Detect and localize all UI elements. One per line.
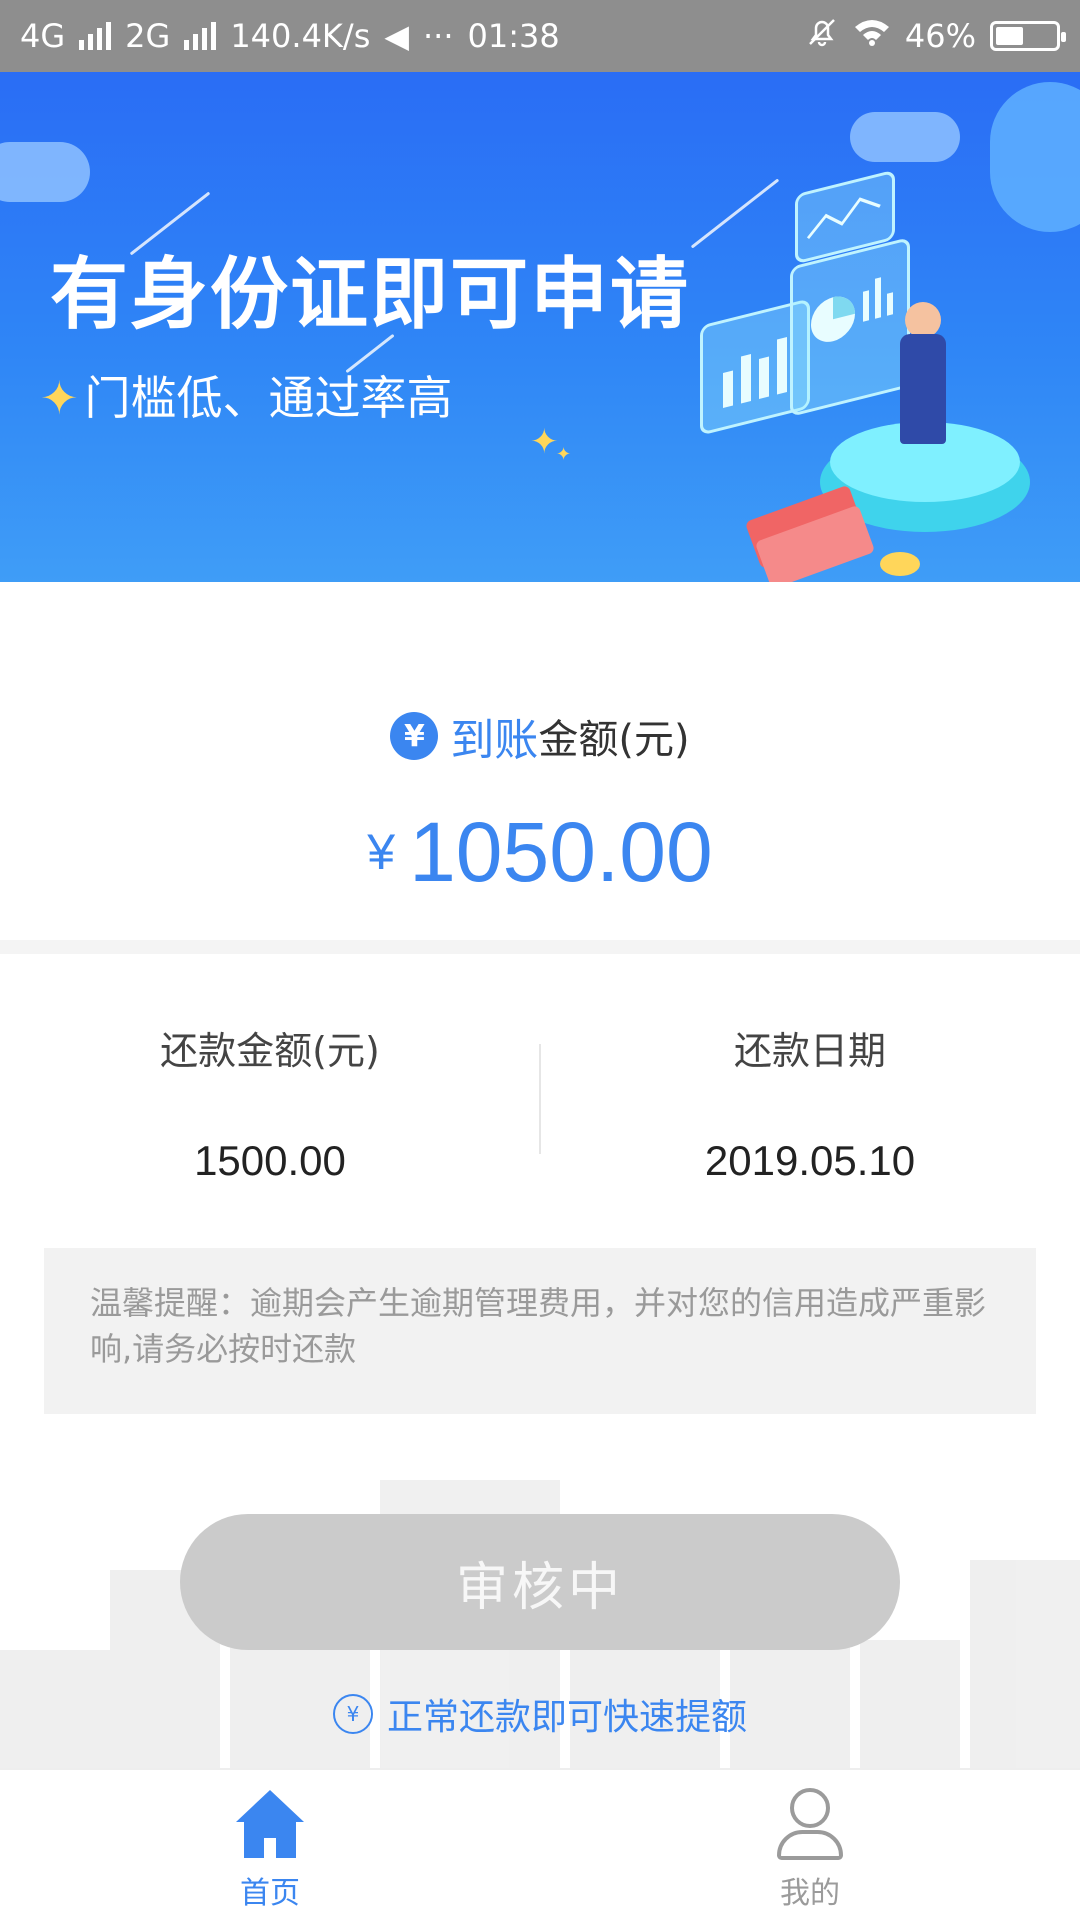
arrival-amount-label: ¥ 到账 金额(元) xyxy=(0,704,1080,768)
yen-icon: ¥ xyxy=(390,712,439,760)
cloud-decoration xyxy=(0,142,90,202)
banner-title: 有身份证即可申请 xyxy=(50,250,691,340)
screen: 4G 2G 140.4K/s ◀ ··· 01:38 46% 有身份证即可申请 … xyxy=(0,0,1080,1920)
star-streak xyxy=(690,178,780,249)
person-body-graphic xyxy=(900,334,946,444)
arrival-amount-section: ¥ 到账 金额(元) ¥1050.00 xyxy=(0,582,1080,940)
cloud-decoration xyxy=(850,112,960,162)
sparkle-icon: ✦ xyxy=(530,422,559,462)
repayment-info: 还款金额(元) 1500.00 还款日期 2019.05.10 xyxy=(0,954,1080,1244)
arrival-amount-number: 1050.00 xyxy=(409,805,713,899)
tab-mine[interactable]: 我的 xyxy=(540,1770,1080,1920)
network-4g-label: 4G xyxy=(20,17,66,55)
arrival-amount-value: ¥1050.00 xyxy=(0,804,1080,901)
tab-home[interactable]: 首页 xyxy=(0,1770,540,1920)
section-divider xyxy=(0,940,1080,954)
vibrate-icon: ◀ xyxy=(384,17,409,55)
network-speed: 140.4K/s xyxy=(230,17,371,55)
clock: 01:38 xyxy=(467,17,560,55)
banner-subtitle: ✦ 门槛低、通过率高 xyxy=(40,362,453,428)
battery-icon xyxy=(990,21,1066,51)
tab-mine-label: 我的 xyxy=(780,1876,840,1911)
user-icon xyxy=(777,1788,843,1860)
repay-amount-label: 还款金额(元) xyxy=(160,1029,380,1073)
wifi-icon xyxy=(853,17,891,55)
more-dots: ··· xyxy=(422,17,454,55)
home-icon xyxy=(236,1790,304,1860)
yen-circle-icon: ¥ xyxy=(332,1694,373,1734)
tab-home-label: 首页 xyxy=(240,1876,300,1911)
status-bar: 4G 2G 140.4K/s ◀ ··· 01:38 46% xyxy=(0,0,1080,72)
network-2g-label: 2G xyxy=(125,17,171,55)
battery-level xyxy=(996,27,1023,45)
repay-date-value: 2019.05.10 xyxy=(704,1137,916,1184)
signal-icon xyxy=(184,22,217,50)
bottom-tab-bar: 首页 我的 xyxy=(0,1768,1080,1920)
cloud-decoration xyxy=(990,82,1080,232)
repay-date-label: 还款日期 xyxy=(733,1029,886,1073)
promo-banner[interactable]: 有身份证即可申请 ✦ 门槛低、通过率高 ✦ ✦ xyxy=(0,72,1080,582)
arrival-label-highlight: 到账 xyxy=(450,715,539,766)
mute-bell-icon xyxy=(805,15,839,57)
coin-graphic xyxy=(880,552,920,576)
sparkle-icon: ✦ xyxy=(40,371,79,425)
repay-amount-column: 还款金额(元) 1500.00 xyxy=(0,954,540,1185)
pie-panel-graphic xyxy=(790,237,910,417)
credit-increase-tip[interactable]: ¥ 正常还款即可快速提额 xyxy=(0,1688,1080,1740)
sparkle-icon: ✦ xyxy=(556,444,572,465)
banner-subtitle-text: 门槛低、通过率高 xyxy=(84,371,453,425)
status-right: 46% xyxy=(805,15,1066,57)
review-status-button[interactable]: 审核中 xyxy=(180,1514,900,1650)
repay-amount-value: 1500.00 xyxy=(194,1137,346,1184)
status-left: 4G 2G 140.4K/s ◀ ··· 01:38 xyxy=(20,17,560,55)
battery-percent: 46% xyxy=(904,17,976,55)
currency-symbol: ¥ xyxy=(367,824,396,880)
person-head-graphic xyxy=(905,302,941,338)
reminder-notice: 温馨提醒：逾期会产生逾期管理费用，并对您的信用造成严重影响,请务必按时还款 xyxy=(44,1248,1036,1414)
repay-date-column: 还款日期 2019.05.10 xyxy=(540,954,1080,1185)
credit-increase-tip-text: 正常还款即可快速提额 xyxy=(386,1697,747,1738)
signal-icon xyxy=(79,22,112,50)
arrival-label-text: 金额(元) xyxy=(538,717,690,763)
